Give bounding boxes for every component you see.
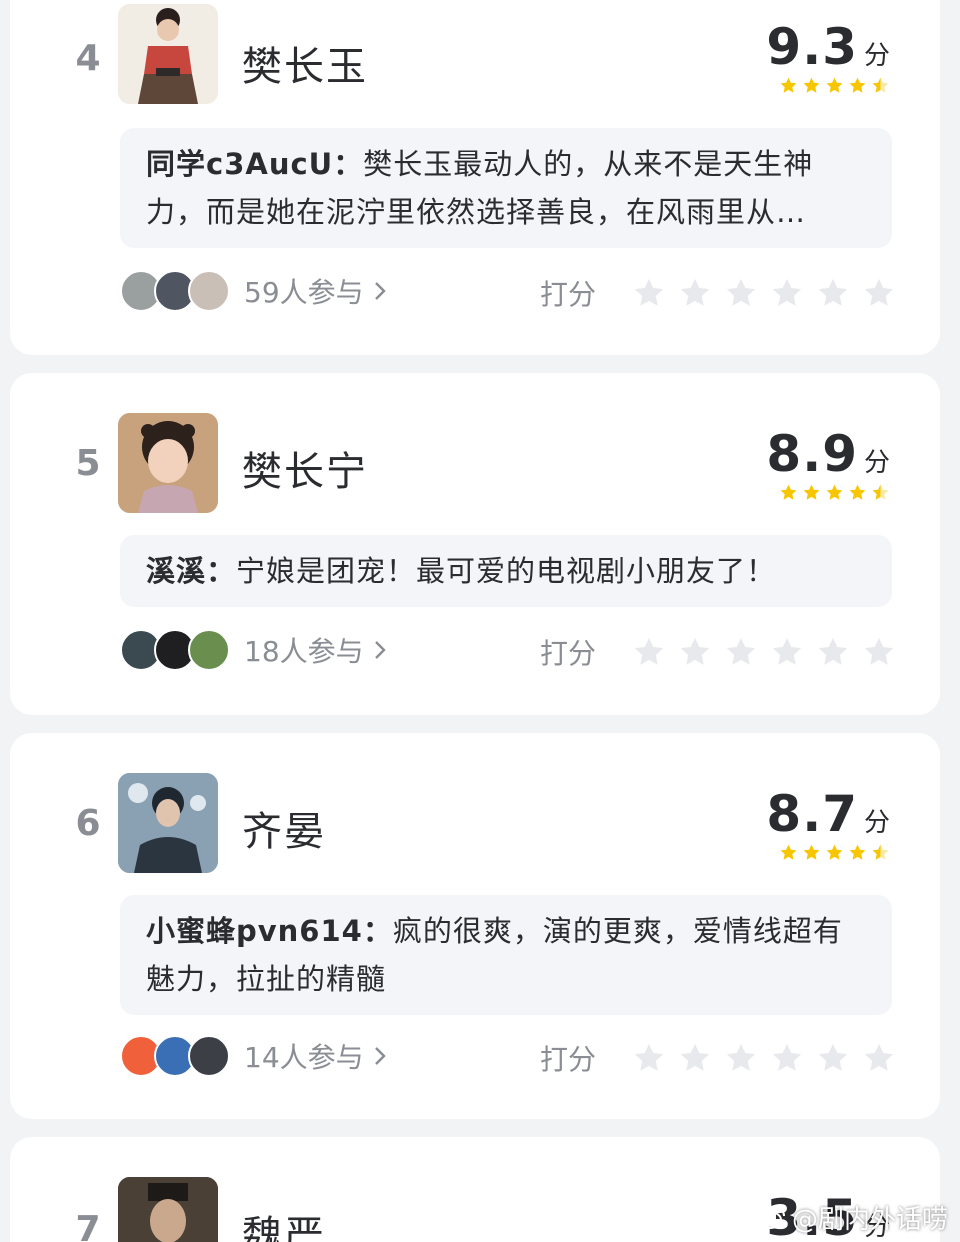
participant-avatar xyxy=(188,1035,230,1077)
star-icon xyxy=(818,637,848,665)
participants-count: 14人参与 xyxy=(244,1041,364,1074)
character-name: 齐晏 xyxy=(242,809,326,855)
rate-label: 打分 xyxy=(540,637,597,670)
participants-count: 59人参与 xyxy=(244,276,364,309)
rating-stars xyxy=(779,843,890,862)
star-icon xyxy=(726,1043,756,1071)
avatar[interactable] xyxy=(118,1177,218,1242)
top-comment[interactable]: 小蜜蜂pvn614：疯的很爽，演的更爽，爱情线超有魅力，拉扯的精髓 xyxy=(120,895,892,1015)
score-value: 8.9 xyxy=(766,425,858,483)
ranking-card-5[interactable]: 5 樊长宁 8.9 分 溪溪：宁娘是团宠！最可爱的电视剧小朋友了！ 18人参与 xyxy=(10,373,940,715)
rating-stars xyxy=(779,483,890,502)
watermark: @剧内外话唠 xyxy=(757,1199,948,1236)
chevron-right-icon xyxy=(374,641,386,659)
score-value: 8.7 xyxy=(766,785,858,843)
participants[interactable]: 18人参与 xyxy=(120,629,390,671)
participants-count: 18人参与 xyxy=(244,635,364,668)
rating-stars xyxy=(779,76,890,95)
rate-stars[interactable] xyxy=(632,276,896,310)
star-icon xyxy=(803,844,820,860)
star-icon xyxy=(849,77,866,93)
star-icon xyxy=(680,278,710,306)
rank-number: 5 xyxy=(75,443,101,484)
score: 8.7 分 xyxy=(766,785,890,843)
top-comment[interactable]: 同学c3AucU：樊长玉最动人的，从来不是天生神力，而是她在泥泞里依然选择善良，… xyxy=(120,128,892,248)
star-icon xyxy=(772,1043,802,1071)
star-icon xyxy=(864,637,894,665)
rank-number: 4 xyxy=(75,38,101,79)
star-icon xyxy=(864,278,894,306)
star-icon xyxy=(634,1043,664,1071)
participants[interactable]: 14人参与 xyxy=(120,1035,390,1077)
ranking-card-6[interactable]: 6 齐晏 8.7 分 小蜜蜂pvn614：疯的很爽，演的更爽，爱情线超有魅力，拉… xyxy=(10,733,940,1119)
weibo-icon xyxy=(757,1207,785,1229)
score-unit: 分 xyxy=(863,41,890,71)
star-icon xyxy=(634,637,664,665)
rate-label: 打分 xyxy=(540,278,597,311)
star-icon xyxy=(780,844,797,860)
star-icon xyxy=(849,844,866,860)
star-icon xyxy=(680,1043,710,1071)
score: 9.3 分 xyxy=(766,18,890,76)
score-value: 9.3 xyxy=(766,18,858,76)
character-name: 樊长玉 xyxy=(242,44,368,90)
star-icon xyxy=(849,484,866,500)
star-icon xyxy=(772,637,802,665)
chevron-right-icon xyxy=(374,1047,386,1065)
star-icon xyxy=(826,77,843,93)
half-star-icon xyxy=(872,484,889,500)
star-icon xyxy=(803,484,820,500)
avatar[interactable] xyxy=(118,413,218,513)
score-unit: 分 xyxy=(863,448,890,478)
half-star-icon xyxy=(872,77,889,93)
participant-avatar xyxy=(188,270,230,312)
star-icon xyxy=(780,77,797,93)
star-icon xyxy=(803,77,820,93)
participant-avatar xyxy=(188,629,230,671)
star-icon xyxy=(780,484,797,500)
comment-user: 小蜜蜂pvn614： xyxy=(146,914,393,948)
half-star-icon xyxy=(872,844,889,860)
star-icon xyxy=(726,278,756,306)
rank-number: 7 xyxy=(75,1209,101,1242)
watermark-text: @剧内外话唠 xyxy=(791,1205,948,1235)
top-comment[interactable]: 溪溪：宁娘是团宠！最可爱的电视剧小朋友了！ xyxy=(120,535,892,607)
score-unit: 分 xyxy=(863,808,890,838)
comment-user: 溪溪： xyxy=(146,554,237,588)
chevron-right-icon xyxy=(374,282,386,300)
star-icon xyxy=(634,278,664,306)
rank-number: 6 xyxy=(75,803,101,844)
comment-text: 宁娘是团宠！最可爱的电视剧小朋友了！ xyxy=(236,554,777,588)
star-icon xyxy=(772,278,802,306)
star-icon xyxy=(818,1043,848,1071)
avatar[interactable] xyxy=(118,4,218,104)
character-name: 魏严 xyxy=(242,1213,326,1242)
rate-stars[interactable] xyxy=(632,635,896,669)
ranking-card-4[interactable]: 4 樊长玉 9.3 分 同学c3AucU：樊长玉最动人的，从来不是天生神力，而是… xyxy=(10,0,940,355)
score: 8.9 分 xyxy=(766,425,890,483)
rate-stars[interactable] xyxy=(632,1041,896,1075)
star-icon xyxy=(680,637,710,665)
star-icon xyxy=(826,484,843,500)
star-icon xyxy=(864,1043,894,1071)
avatar[interactable] xyxy=(118,773,218,873)
comment-user: 同学c3AucU： xyxy=(146,147,364,181)
character-name: 樊长宁 xyxy=(242,449,368,495)
star-icon xyxy=(826,844,843,860)
rate-label: 打分 xyxy=(540,1043,597,1076)
star-icon xyxy=(726,637,756,665)
participants[interactable]: 59人参与 xyxy=(120,270,390,312)
star-icon xyxy=(818,278,848,306)
